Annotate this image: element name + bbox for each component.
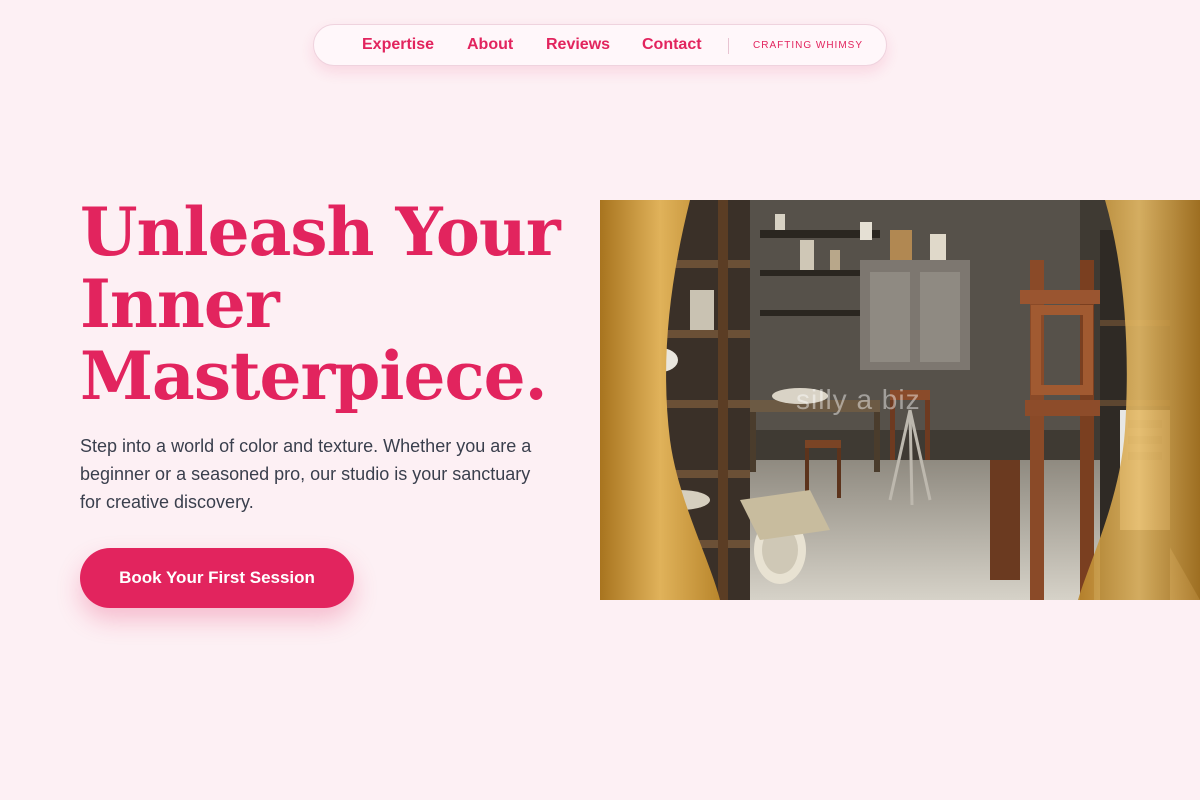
hero-title-line: Inner [80, 265, 280, 343]
hero-title-line: Masterpiece. [80, 337, 548, 415]
nav-tagline: CRAFTING WHIMSY [753, 40, 863, 51]
top-nav: Expertise About Reviews Contact CRAFTING… [313, 24, 887, 66]
photo-watermark: silly a biz [796, 384, 921, 415]
nav-link-reviews[interactable]: Reviews [546, 36, 610, 54]
book-session-button[interactable]: Book Your First Session [80, 548, 354, 608]
nav-divider [728, 38, 729, 54]
hero-title-line: Unleash Your [80, 193, 561, 271]
hero-title: Unleash Your Inner Masterpiece. [80, 196, 580, 412]
studio-photo: silly a biz [600, 200, 1200, 600]
nav-link-expertise[interactable]: Expertise [362, 36, 434, 54]
nav-link-contact[interactable]: Contact [642, 36, 702, 54]
nav-link-about[interactable]: About [467, 36, 513, 54]
hero-description: Step into a world of color and texture. … [80, 436, 532, 512]
page: Expertise About Reviews Contact CRAFTING… [0, 0, 1200, 800]
